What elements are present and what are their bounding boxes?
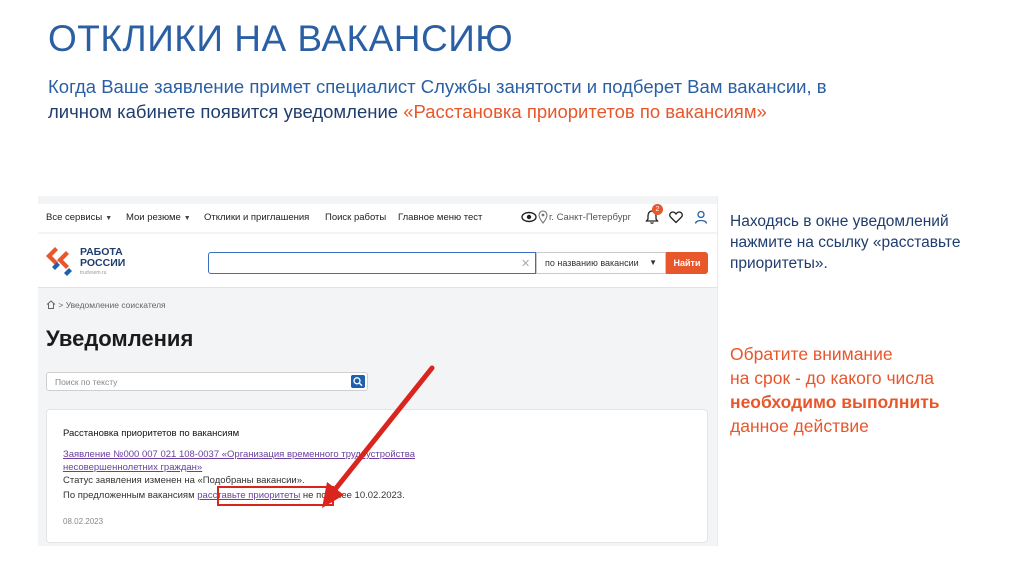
slide-subtitle: Когда Ваше заявление примет специалист С… bbox=[48, 74, 948, 124]
search-icon[interactable] bbox=[351, 375, 365, 388]
site-screenshot: Все сервисы ▼ Мои резюме ▼ Отклики и пригл… bbox=[38, 196, 718, 546]
breadcrumb-separator: > bbox=[58, 300, 66, 310]
notification-count-badge: 2 bbox=[652, 204, 663, 215]
logo-url: trudvsem.ru bbox=[80, 270, 107, 276]
site-header: РАБОТА РОССИИ trudvsem.ru ✕ по названию … bbox=[38, 234, 717, 288]
search-input[interactable]: ✕ bbox=[208, 252, 536, 274]
attention-line-1: Обратите внимание bbox=[730, 344, 893, 364]
attention-line-2: на срок - до какого числа bbox=[730, 368, 935, 388]
filter-placeholder: Поиск по тексту bbox=[55, 377, 118, 387]
city-selector[interactable]: г. Санкт-Петербург bbox=[549, 212, 631, 223]
user-icon[interactable] bbox=[693, 209, 709, 225]
breadcrumb-current: Уведомление соискателя bbox=[65, 300, 166, 310]
location-pin-icon bbox=[538, 210, 548, 224]
instruction-note: Находясь в окне уведомлений нажмите на с… bbox=[730, 213, 961, 272]
subtitle-text-1: Когда Ваше заявление примет специалист С… bbox=[48, 76, 827, 97]
slide-title: ОТКЛИКИ НА ВАКАНСИЮ bbox=[48, 18, 514, 59]
clear-icon[interactable]: ✕ bbox=[521, 257, 530, 270]
rabota-rossii-logo-icon[interactable] bbox=[44, 243, 78, 277]
logo-text[interactable]: РАБОТА РОССИИ bbox=[80, 247, 125, 269]
attention-line-3: необходимо выполнить bbox=[730, 392, 940, 412]
attention-line-4: данное действие bbox=[730, 416, 869, 436]
chevron-down-icon: ▼ bbox=[183, 215, 191, 222]
home-icon[interactable] bbox=[46, 300, 56, 309]
top-navigation: Все сервисы ▼ Мои резюме ▼ Отклики и пригл… bbox=[38, 204, 717, 232]
highlight-box bbox=[217, 486, 334, 506]
attention-note: Обратите внимание на срок - до какого чи… bbox=[730, 342, 1010, 438]
subtitle-highlight: «Расстановка приоритетов по вакансиям» bbox=[403, 101, 767, 122]
nav-all-services[interactable]: Все сервисы ▼ bbox=[46, 212, 112, 223]
notification-search-input[interactable]: Поиск по тексту bbox=[46, 372, 368, 391]
application-link[interactable]: Заявление №000 007 021 108-0037 «Организ… bbox=[63, 449, 453, 474]
notification-date: 08.02.2023 bbox=[63, 517, 104, 526]
nav-responses[interactable]: Отклики и приглашения bbox=[204, 212, 309, 223]
nav-main-menu[interactable]: Главное меню тест bbox=[398, 212, 482, 223]
notification-card: Расстановка приоритетов по вакансиям Зая… bbox=[46, 409, 708, 543]
subtitle-text-2: личном кабинете появится уведомление bbox=[48, 101, 399, 122]
nav-my-resumes[interactable]: Мои резюме ▼ bbox=[126, 212, 191, 223]
heart-icon[interactable] bbox=[668, 209, 684, 225]
eye-icon[interactable] bbox=[521, 209, 537, 225]
chevron-down-icon: ▼ bbox=[649, 258, 657, 267]
search-type-select[interactable]: по названию вакансии ▼ bbox=[536, 252, 666, 274]
notification-title: Расстановка приоритетов по вакансиям bbox=[63, 428, 240, 439]
breadcrumb: > Уведомление соискателя bbox=[46, 300, 166, 310]
nav-job-search[interactable]: Поиск работы bbox=[325, 212, 386, 223]
chevron-down-icon: ▼ bbox=[105, 215, 113, 222]
page-heading: Уведомления bbox=[46, 326, 194, 351]
search-button[interactable]: Найти bbox=[666, 252, 708, 274]
status-text: Статус заявления изменен на «Подобраны в… bbox=[63, 475, 305, 486]
